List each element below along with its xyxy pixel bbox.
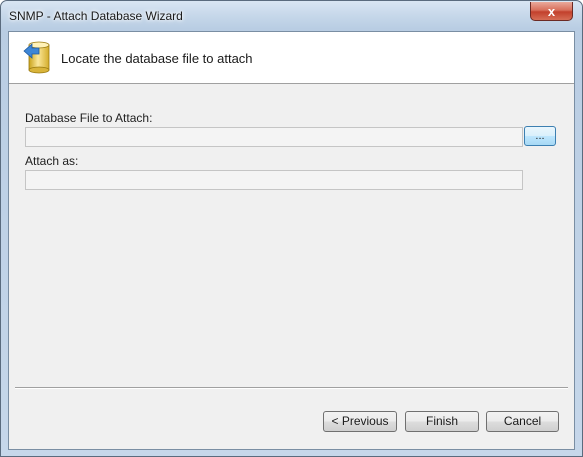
database-file-input[interactable] xyxy=(25,127,523,147)
database-file-label: Database File to Attach: xyxy=(25,111,153,125)
attach-as-label: Attach as: xyxy=(25,154,79,168)
finish-button[interactable]: Finish xyxy=(405,411,479,432)
database-attach-icon xyxy=(23,41,50,74)
footer-divider xyxy=(15,387,568,389)
close-icon: x xyxy=(547,3,556,19)
wizard-header: Locate the database file to attach xyxy=(9,32,574,84)
browse-button[interactable]: ... xyxy=(524,126,556,146)
cancel-button[interactable]: Cancel xyxy=(486,411,559,432)
previous-button[interactable]: < Previous xyxy=(323,411,397,432)
header-instruction: Locate the database file to attach xyxy=(61,51,253,66)
title-bar[interactable]: SNMP - Attach Database Wizard x xyxy=(1,1,582,31)
wizard-window: SNMP - Attach Database Wizard x Locate t… xyxy=(0,0,583,457)
wizard-client-area: Locate the database file to attach Datab… xyxy=(8,31,575,450)
window-title: SNMP - Attach Database Wizard xyxy=(9,9,183,23)
attach-as-input[interactable] xyxy=(25,170,523,190)
close-button[interactable]: x xyxy=(530,2,573,21)
